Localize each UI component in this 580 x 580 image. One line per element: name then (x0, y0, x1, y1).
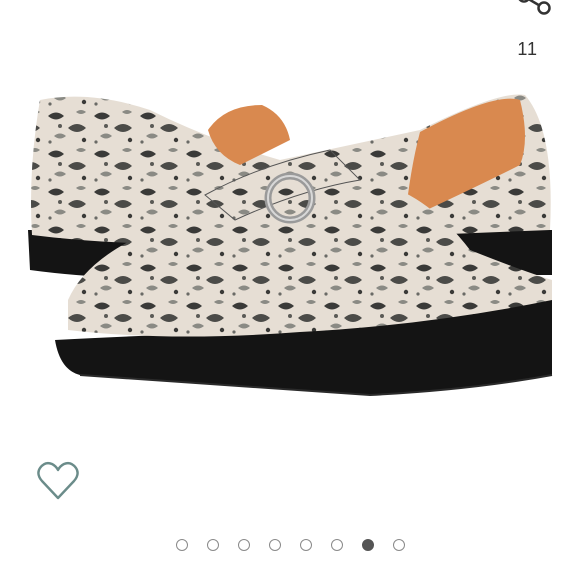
carousel-indicator (0, 536, 580, 556)
product-image[interactable] (0, 70, 580, 450)
carousel-dot[interactable] (268, 539, 281, 551)
carousel-dot[interactable] (392, 539, 405, 551)
share-icon (518, 0, 551, 15)
carousel-dot[interactable] (206, 539, 219, 551)
carousel-dot[interactable] (237, 539, 250, 551)
loafer-shoe-image (28, 94, 553, 397)
favorite-button[interactable] (36, 460, 80, 502)
carousel-dot[interactable] (330, 539, 343, 551)
share-button[interactable]: 11 (506, 0, 554, 62)
carousel-dot[interactable] (175, 539, 188, 551)
carousel-dot-active[interactable] (361, 539, 374, 551)
share-count: 11 (517, 39, 538, 59)
carousel-dot[interactable] (299, 539, 312, 551)
heart-outline-icon (37, 461, 79, 500)
